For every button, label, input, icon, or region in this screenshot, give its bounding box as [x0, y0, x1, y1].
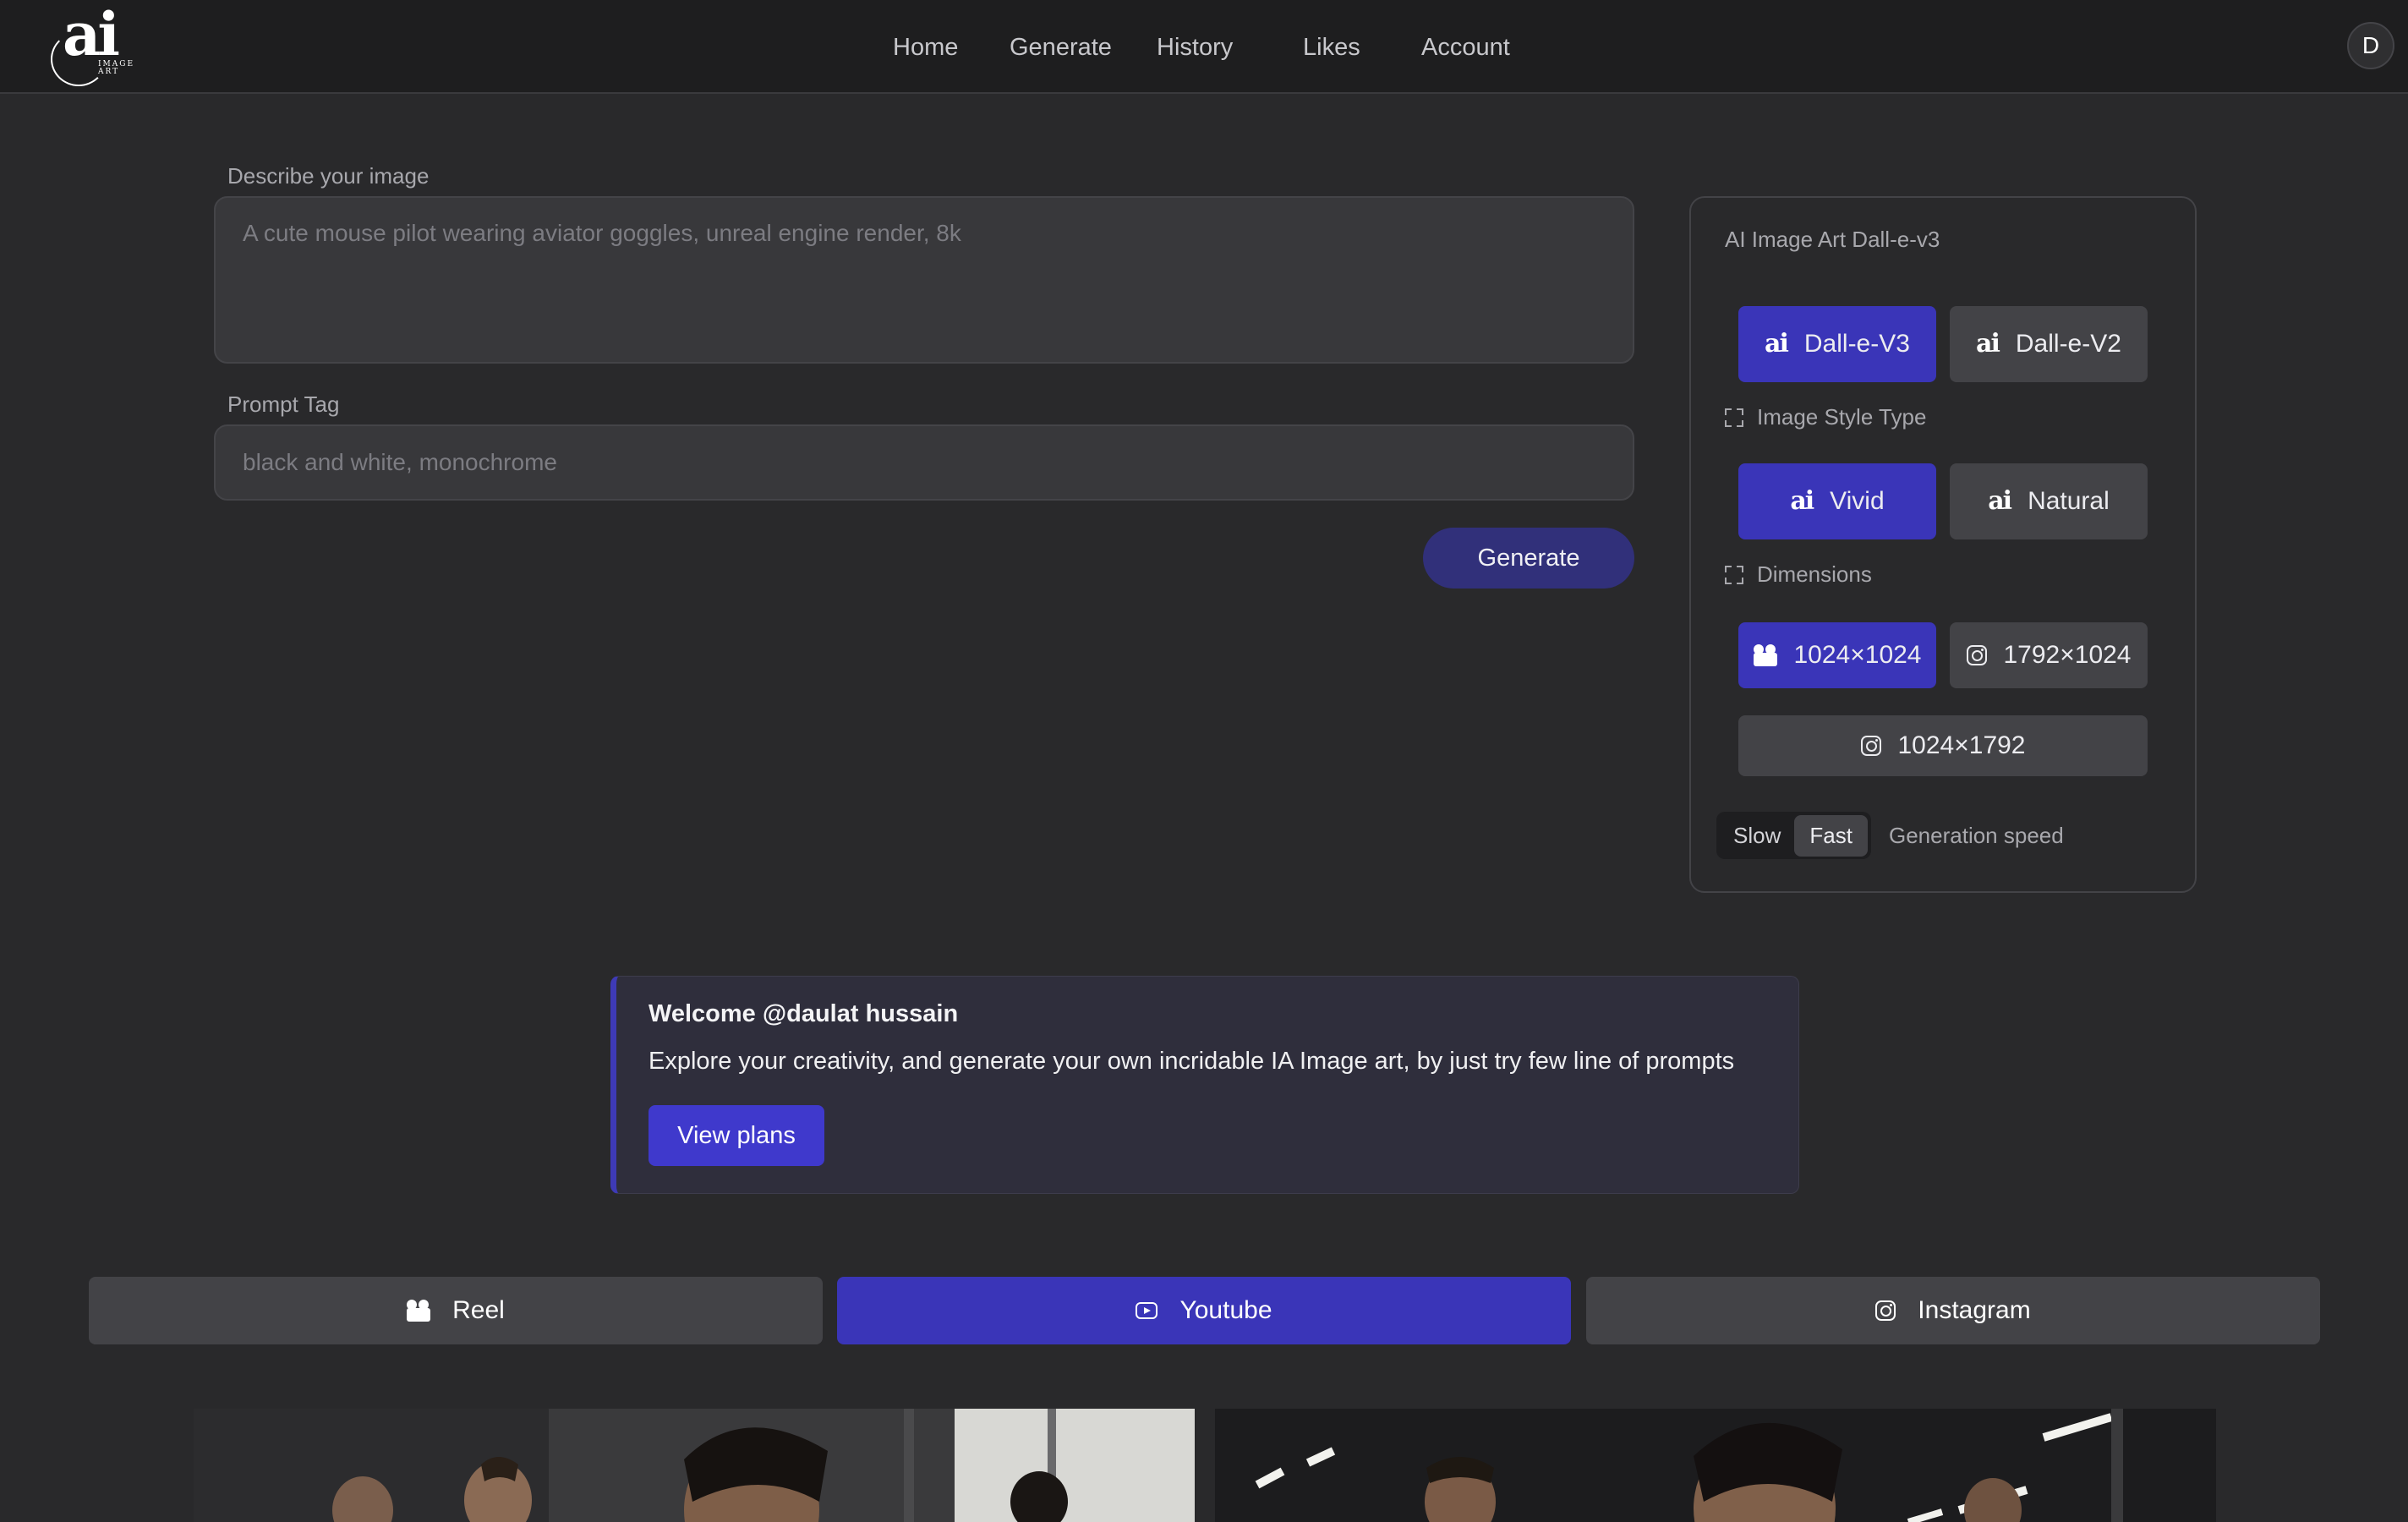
reel-icon — [1753, 644, 1777, 666]
prompt-tag-input[interactable] — [214, 424, 1634, 501]
model-dalle-v2-button[interactable]: ai Dall-e-V2 — [1950, 306, 2148, 382]
nav-generate[interactable]: Generate — [1010, 30, 1112, 64]
dimension-label: 1024×1024 — [1793, 641, 1922, 669]
settings-panel: AI Image Art Dall-e-v3 ai Dall-e-V3 ai D… — [1689, 196, 2197, 893]
youtube-icon — [1136, 1302, 1158, 1319]
tab-label: Instagram — [1918, 1296, 2031, 1324]
speed-label: Generation speed — [1889, 823, 2064, 848]
logo-subtext: IMAGE ART — [98, 60, 135, 76]
style-label: Vivid — [1830, 487, 1885, 515]
ai-logo-icon: ai — [1988, 486, 2012, 516]
describe-input[interactable] — [214, 196, 1634, 364]
style-vivid-button[interactable]: ai Vivid — [1738, 463, 1936, 539]
dimension-label: 1792×1024 — [2003, 641, 2132, 669]
gallery-image[interactable] — [194, 1409, 1195, 1522]
welcome-banner: Welcome @daulat hussain Explore your cre… — [610, 976, 1799, 1194]
nav-home[interactable]: Home — [893, 30, 958, 64]
tab-label: Reel — [452, 1296, 505, 1324]
frame-corners-icon — [1725, 565, 1743, 584]
nav-likes[interactable]: Likes — [1303, 30, 1360, 64]
welcome-message: Explore your creativity, and generate yo… — [649, 1048, 1735, 1075]
speed-slow-option[interactable]: Slow — [1733, 823, 1781, 849]
nav-history[interactable]: History — [1157, 30, 1233, 64]
instagram-icon — [1875, 1300, 1896, 1321]
describe-label: Describe your image — [227, 163, 430, 189]
welcome-title: Welcome @daulat hussain — [649, 1000, 959, 1027]
top-navigation-bar: ai IMAGE ART Home Generate History Likes… — [0, 0, 2408, 94]
style-natural-button[interactable]: ai Natural — [1950, 463, 2148, 539]
settings-title: AI Image Art Dall-e-v3 — [1725, 227, 1940, 252]
user-avatar[interactable]: D — [2347, 22, 2394, 69]
tab-label: Youtube — [1179, 1296, 1272, 1324]
dimensions-heading: Dimensions — [1725, 561, 1872, 588]
prompt-tag-label: Prompt Tag — [227, 391, 340, 417]
tab-reel[interactable]: Reel — [89, 1277, 823, 1344]
tab-youtube[interactable]: Youtube — [837, 1277, 1571, 1344]
ai-logo-icon: ai — [1976, 329, 2000, 359]
model-label: Dall-e-V3 — [1803, 330, 1910, 358]
logo-mark: ai — [63, 0, 120, 69]
model-label: Dall-e-V2 — [2015, 330, 2121, 358]
gym-photo — [1215, 1409, 2216, 1522]
instagram-icon — [1966, 645, 1987, 665]
view-plans-button[interactable]: View plans — [649, 1105, 824, 1166]
gym-photo — [194, 1409, 1195, 1522]
dimension-1024x1792-button[interactable]: 1024×1792 — [1738, 715, 2148, 776]
frame-corners-icon — [1725, 408, 1743, 427]
gallery-image[interactable] — [1215, 1409, 2216, 1522]
dimension-1792x1024-button[interactable]: 1792×1024 — [1950, 622, 2148, 688]
dimensions-heading-label: Dimensions — [1757, 561, 1872, 587]
app-logo[interactable]: ai IMAGE ART — [49, 0, 135, 86]
speed-fast-option[interactable]: Fast — [1794, 814, 1868, 857]
model-dalle-v3-button[interactable]: ai Dall-e-V3 — [1738, 306, 1936, 382]
instagram-icon — [1860, 736, 1881, 756]
generate-button[interactable]: Generate — [1423, 528, 1634, 589]
dimension-1024x1024-button[interactable]: 1024×1024 — [1738, 622, 1936, 688]
speed-toggle: Slow Fast — [1716, 812, 1871, 859]
reel-icon — [407, 1300, 431, 1322]
tab-instagram[interactable]: Instagram — [1586, 1277, 2320, 1344]
ai-logo-icon: ai — [1765, 329, 1789, 359]
nav-account[interactable]: Account — [1421, 30, 1510, 64]
style-label: Natural — [2028, 487, 2110, 515]
style-heading-label: Image Style Type — [1757, 404, 1927, 430]
ai-logo-icon: ai — [1790, 486, 1814, 516]
dimension-label: 1024×1792 — [1897, 731, 2026, 759]
style-heading: Image Style Type — [1725, 404, 1926, 430]
